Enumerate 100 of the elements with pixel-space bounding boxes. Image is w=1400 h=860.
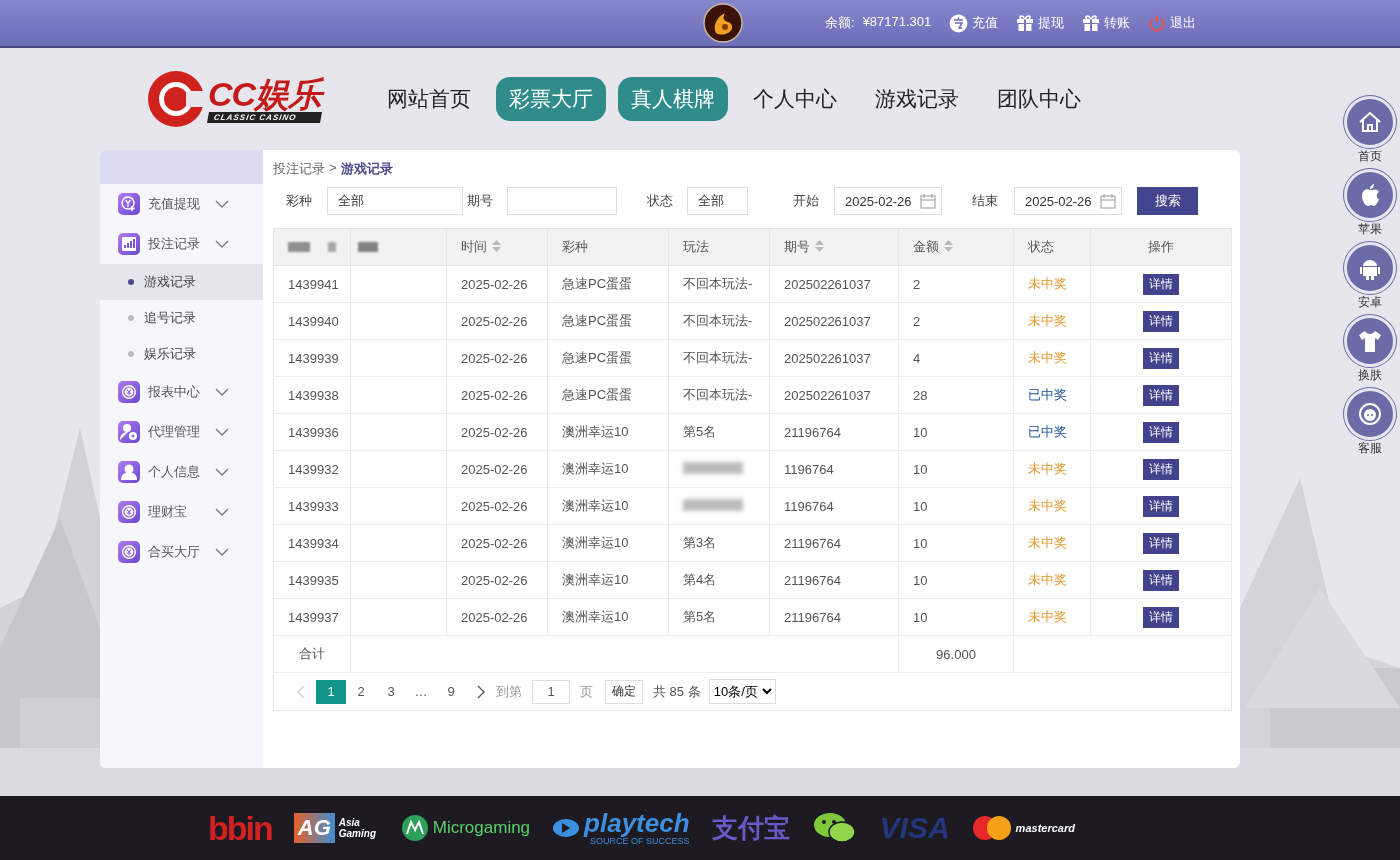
table-cell: 第3名 [683, 535, 717, 550]
details-button[interactable]: 详情 [1143, 606, 1179, 628]
table-cell: 1196764 [784, 461, 834, 477]
date-field[interactable]: 2025-02-26 [834, 187, 942, 215]
table-cell: 2 [913, 313, 921, 329]
wallet-icon [118, 193, 140, 215]
table-cell: 第4名 [683, 572, 717, 587]
nav-link[interactable]: 个人中心 [740, 77, 850, 121]
table-cell: 急速PC蛋蛋 [562, 276, 633, 291]
page-size-select[interactable]: 10条/页 [708, 679, 776, 704]
calendar-icon [920, 193, 936, 209]
logout-link[interactable]: 退出 [1148, 14, 1197, 32]
table-cell: 202502261037 [784, 313, 871, 329]
table-cell: 2025-02-26 [461, 424, 528, 440]
nav-link[interactable]: 彩票大厅 [496, 77, 606, 121]
sidebar-item[interactable]: 报表中心 [100, 372, 263, 412]
goto-label: 到第 [496, 682, 522, 701]
breadcrumb-link[interactable]: 投注记录 [273, 160, 325, 178]
sidebar-item[interactable]: 充值提现 [100, 184, 263, 224]
chevron-down-icon [215, 467, 229, 477]
table-cell: 澳洲幸运10 [562, 535, 629, 550]
details-button[interactable]: 详情 [1143, 532, 1179, 554]
nav-link[interactable]: 真人棋牌 [618, 77, 728, 121]
table-cell: 急速PC蛋蛋 [562, 350, 633, 365]
table-cell: 2 [913, 276, 921, 292]
sidebar-item[interactable]: 理财宝 [100, 492, 263, 532]
chevron-down-icon [215, 507, 229, 517]
table-cell: 急速PC蛋蛋 [562, 387, 633, 402]
logo-text: AG [293, 813, 335, 843]
filter-label: 状态 [647, 192, 673, 210]
chevron-down-icon [215, 547, 229, 557]
table-cell: 2025-02-26 [461, 461, 528, 477]
page-button[interactable]: 2 [346, 679, 376, 704]
submenu-item[interactable]: 追号记录 [100, 300, 263, 336]
transfer-link[interactable]: 转账 [1082, 14, 1131, 32]
table-cell: 202502261037 [784, 387, 871, 403]
table-cell: 202502261037 [784, 276, 871, 292]
overlapping-circles-icon [971, 815, 1012, 841]
total-count: 共 85 条 [653, 682, 701, 701]
nav-link[interactable]: 游戏记录 [862, 77, 972, 121]
user-gear-icon [118, 421, 140, 443]
page-input[interactable]: 1 [532, 679, 570, 704]
filter-label: 期号 [467, 192, 493, 210]
sidebar-item[interactable]: 代理管理 [100, 412, 263, 452]
table-cell: 10 [913, 535, 928, 551]
table-cell: 4 [913, 350, 921, 366]
chevron-down-icon [215, 239, 229, 249]
input-field[interactable] [507, 187, 617, 215]
gift-icon [1082, 14, 1101, 32]
sort-icon[interactable] [944, 240, 953, 253]
column-header: 玩法 [683, 239, 709, 254]
table-cell: 1439941 [288, 276, 339, 292]
logo-text: Asia Gaming [338, 817, 377, 839]
balance-label: 余额: [825, 14, 855, 32]
table-cell: 21196764 [784, 572, 841, 588]
details-button[interactable]: 详情 [1143, 310, 1179, 332]
filter-label: 彩种 [286, 192, 312, 210]
power-icon [1148, 14, 1167, 32]
table-cell: 急速PC蛋蛋 [562, 313, 633, 328]
nav-link[interactable]: 网站首页 [374, 77, 484, 121]
details-button[interactable]: 详情 [1143, 495, 1179, 517]
sidebar-item[interactable]: 个人信息 [100, 452, 263, 492]
table-cell: 10 [913, 609, 928, 625]
table-cell: 28 [913, 387, 928, 403]
table-cell: 10 [913, 498, 928, 514]
table-cell: 2025-02-26 [461, 572, 528, 588]
input-field[interactable]: 全部 [327, 187, 463, 215]
recharge-link[interactable]: 充值 [949, 13, 999, 33]
confirm-button[interactable]: 确定 [605, 679, 643, 704]
sidebar-item[interactable]: 投注记录 [100, 224, 263, 264]
page-button[interactable]: … [406, 679, 436, 704]
input-field[interactable]: 全部 [687, 187, 748, 215]
chevron-down-icon [215, 427, 229, 437]
column-header: 操作 [1148, 239, 1174, 254]
submenu-item[interactable]: 娱乐记录 [100, 336, 263, 372]
sort-icon[interactable] [815, 240, 824, 253]
details-button[interactable]: 详情 [1143, 421, 1179, 443]
table-cell: 澳洲幸运10 [562, 498, 629, 513]
withdraw-link[interactable]: 提现 [1016, 14, 1065, 32]
table-cell: 21196764 [784, 535, 841, 551]
submenu-item[interactable]: 游戏记录 [100, 264, 263, 300]
details-button[interactable]: 详情 [1143, 458, 1179, 480]
table-cell: 2025-02-26 [461, 498, 528, 514]
details-button[interactable]: 详情 [1143, 347, 1179, 369]
date-field[interactable]: 2025-02-26 [1014, 187, 1122, 215]
status-text: 未中奖 [1028, 276, 1067, 291]
nav-link[interactable]: 团队中心 [984, 77, 1094, 121]
table-cell: 1439939 [288, 350, 339, 366]
search-button[interactable]: 搜索 [1137, 187, 1198, 215]
details-button[interactable]: 详情 [1143, 273, 1179, 295]
page-button[interactable]: 3 [376, 679, 406, 704]
details-button[interactable]: 详情 [1143, 384, 1179, 406]
page-button[interactable]: 1 [316, 679, 346, 704]
page-button[interactable]: 9 [436, 679, 466, 704]
sidebar-item[interactable]: 合买大厅 [100, 532, 263, 572]
sort-icon[interactable] [492, 240, 501, 253]
chevron-right-icon[interactable] [477, 684, 485, 699]
details-button[interactable]: 详情 [1143, 569, 1179, 591]
table-cell: 不回本玩法- [683, 313, 753, 328]
chevron-left-icon[interactable] [297, 684, 305, 699]
